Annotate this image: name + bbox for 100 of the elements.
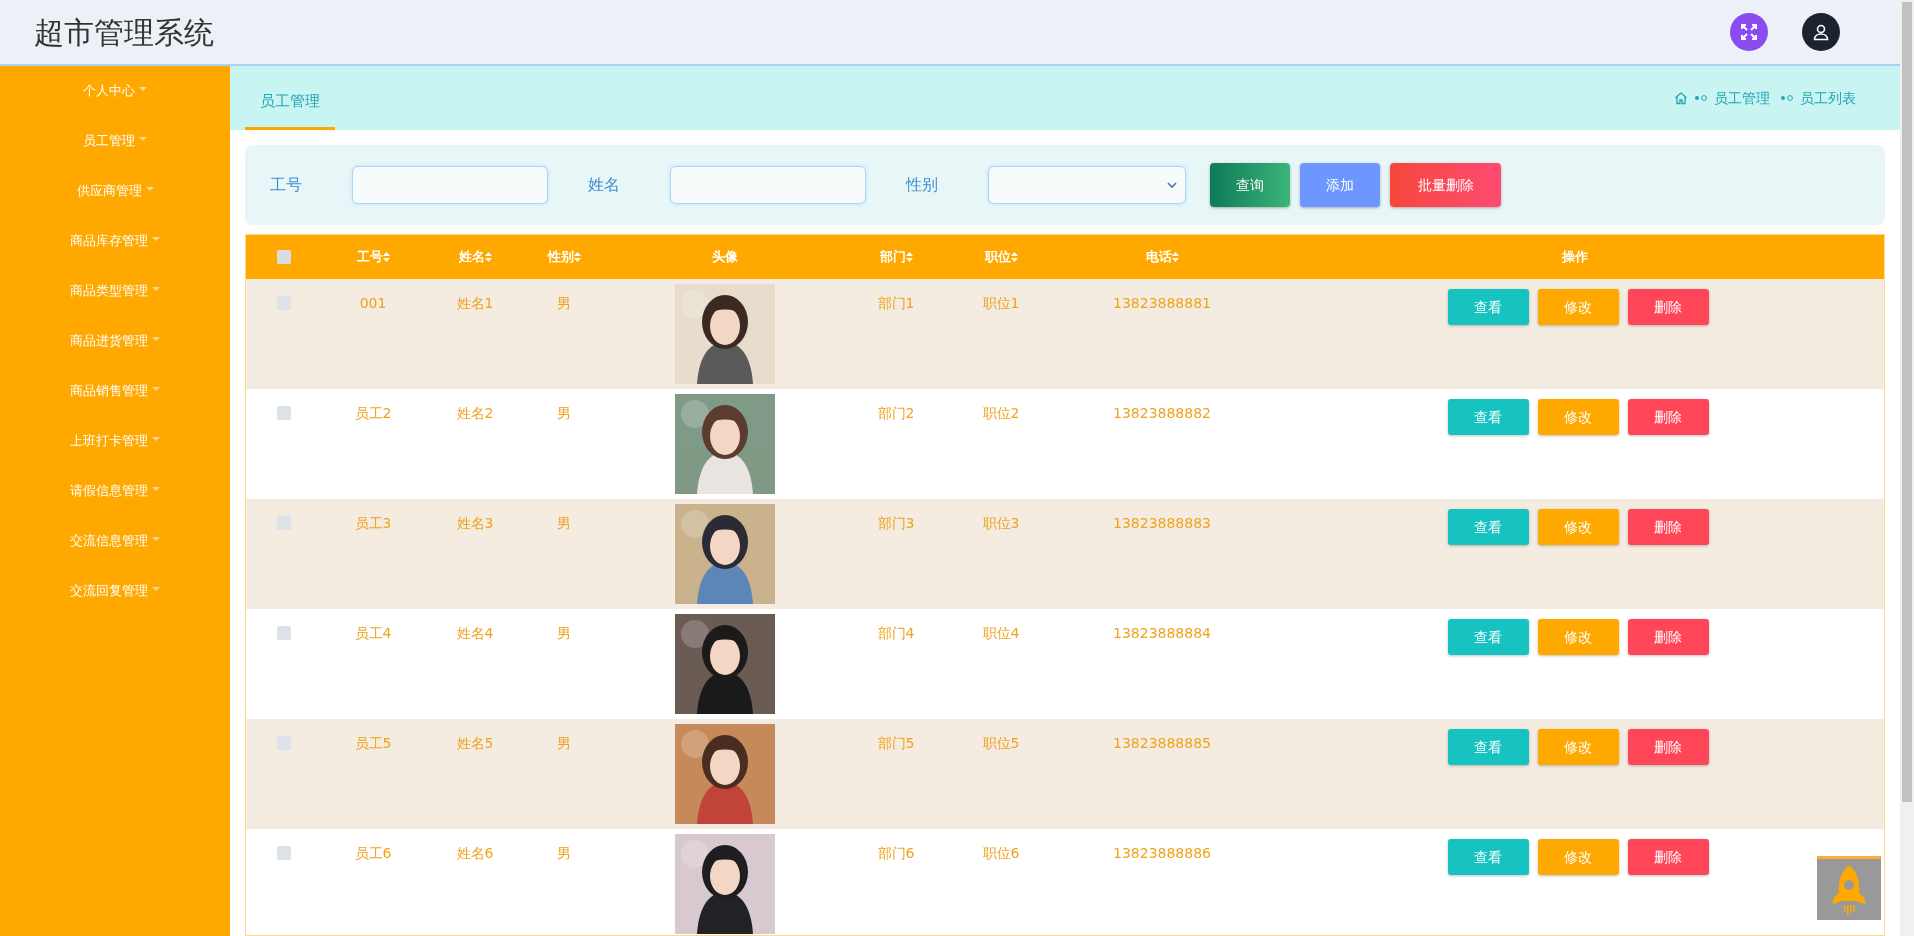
separator-icon <box>1780 94 1794 102</box>
sidebar-item[interactable]: 上班打卡管理 <box>0 416 230 466</box>
sidebar-item[interactable]: 商品销售管理 <box>0 366 230 416</box>
edit-button[interactable]: 修改 <box>1537 399 1619 435</box>
field-label: 性别 <box>906 174 939 196</box>
table-cell-text: 13823888884 <box>1113 624 1211 641</box>
table-cell-text: 男 <box>557 294 571 311</box>
sort-icon[interactable] <box>573 252 581 262</box>
column-header[interactable]: 职位 <box>984 247 1018 267</box>
sort-icon[interactable] <box>484 252 492 262</box>
table-cell-text: 员工4 <box>354 624 392 641</box>
edit-button[interactable]: 修改 <box>1537 509 1619 545</box>
table-cell-text: 13823888882 <box>1113 404 1211 421</box>
table-cell-text: 部门4 <box>877 624 915 641</box>
edit-button[interactable]: 修改 <box>1537 839 1619 875</box>
view-button[interactable]: 查看 <box>1447 729 1529 765</box>
table-cell-text: 部门2 <box>877 404 915 421</box>
page-tab[interactable]: 员工管理 <box>245 76 335 130</box>
fullscreen-button[interactable] <box>1730 13 1768 51</box>
table-cell-text: 部门3 <box>877 514 915 531</box>
table-cell-text: 男 <box>557 404 571 421</box>
table-cell-text: 姓名1 <box>456 294 494 311</box>
table-cell-text: 13823888886 <box>1113 844 1211 861</box>
delete-button[interactable]: 删除 <box>1627 289 1709 325</box>
sidebar-item[interactable]: 商品库存管理 <box>0 216 230 266</box>
table-cell-text: 男 <box>557 514 571 531</box>
checkbox[interactable] <box>277 846 291 860</box>
delete-button[interactable]: 删除 <box>1627 729 1709 765</box>
table-cell-text: 部门6 <box>877 844 915 861</box>
delete-button[interactable]: 删除 <box>1627 619 1709 655</box>
table-cell-text: 职位3 <box>982 514 1020 531</box>
table-cell-text: 部门1 <box>877 294 915 311</box>
table-cell-text: 姓名6 <box>456 844 494 861</box>
view-button[interactable]: 查看 <box>1447 399 1529 435</box>
search-button[interactable]: 查询 <box>1210 163 1290 207</box>
separator-icon <box>1694 94 1708 102</box>
back-to-top-button[interactable] <box>1817 856 1881 920</box>
breadcrumb-link[interactable]: 员工管理 <box>1714 87 1770 109</box>
view-button[interactable]: 查看 <box>1447 289 1529 325</box>
column-header[interactable]: 工号 <box>356 247 390 267</box>
sidebar-item[interactable]: 商品进货管理 <box>0 316 230 366</box>
input-field[interactable] <box>670 166 866 204</box>
user-icon <box>1812 23 1830 41</box>
view-button[interactable]: 查看 <box>1447 509 1529 545</box>
table-cell-text: 姓名2 <box>456 404 494 421</box>
delete-button[interactable]: 删除 <box>1627 399 1709 435</box>
sidebar-item[interactable]: 供应商管理 <box>0 166 230 216</box>
table-cell-text: 员工3 <box>354 514 392 531</box>
edit-button[interactable]: 修改 <box>1537 729 1619 765</box>
sort-icon[interactable] <box>1171 252 1179 262</box>
sidebar-item[interactable]: 个人中心 <box>0 66 230 116</box>
app-title: 超市管理系统 <box>34 13 214 52</box>
input-field[interactable] <box>352 166 548 204</box>
checkbox[interactable] <box>277 406 291 420</box>
table-cell-text: 男 <box>557 844 571 861</box>
sidebar-item[interactable]: 请假信息管理 <box>0 466 230 516</box>
table-cell-text: 员工5 <box>354 734 392 751</box>
delete-button[interactable]: 删除 <box>1627 839 1709 875</box>
field-label: 姓名 <box>588 174 621 196</box>
table-cell-text: 职位1 <box>982 294 1020 311</box>
batch-delete-button[interactable]: 批量删除 <box>1390 163 1501 207</box>
checkbox[interactable] <box>277 250 291 264</box>
table-cell-text: 员工6 <box>354 844 392 861</box>
scrollbar[interactable] <box>1900 0 1914 936</box>
chevron-down-icon <box>1167 182 1177 188</box>
field-label: 工号 <box>270 174 303 196</box>
sidebar-item[interactable]: 交流信息管理 <box>0 516 230 566</box>
table-cell-text: 13823888883 <box>1113 514 1211 531</box>
delete-button[interactable]: 删除 <box>1627 509 1709 545</box>
sidebar-item[interactable]: 员工管理 <box>0 116 230 166</box>
edit-button[interactable]: 修改 <box>1537 619 1619 655</box>
table-cell-text: 男 <box>557 624 571 641</box>
column-header[interactable]: 姓名 <box>458 247 492 267</box>
user-button[interactable] <box>1802 13 1840 51</box>
sort-icon[interactable] <box>1010 252 1018 262</box>
table-cell-text: 职位2 <box>982 404 1020 421</box>
select-field[interactable] <box>988 166 1186 204</box>
sort-icon[interactable] <box>382 252 390 262</box>
add-button[interactable]: 添加 <box>1300 163 1380 207</box>
table-cell-text: 姓名5 <box>456 734 494 751</box>
table-cell-text: 职位5 <box>982 734 1020 751</box>
column-header: 头像 <box>712 248 738 267</box>
view-button[interactable]: 查看 <box>1447 839 1529 875</box>
scrollbar-thumb[interactable] <box>1902 2 1912 802</box>
column-header[interactable]: 电话 <box>1145 247 1179 267</box>
table-cell-text: 13823888881 <box>1113 294 1211 311</box>
sort-icon[interactable] <box>905 252 913 262</box>
table-cell-text: 男 <box>557 734 571 751</box>
table-cell-text: 职位4 <box>982 624 1020 641</box>
view-button[interactable]: 查看 <box>1447 619 1529 655</box>
breadcrumb-link[interactable]: 员工列表 <box>1800 87 1856 109</box>
column-header[interactable]: 性别 <box>547 247 581 267</box>
table-cell-text: 13823888885 <box>1113 734 1211 751</box>
table-cell-text: 001 <box>359 294 387 311</box>
sidebar-item[interactable]: 商品类型管理 <box>0 266 230 316</box>
edit-button[interactable]: 修改 <box>1537 289 1619 325</box>
home-icon[interactable] <box>1674 91 1688 105</box>
sidebar-item[interactable]: 交流回复管理 <box>0 566 230 616</box>
column-header[interactable]: 部门 <box>879 247 913 267</box>
checkbox[interactable] <box>277 626 291 640</box>
